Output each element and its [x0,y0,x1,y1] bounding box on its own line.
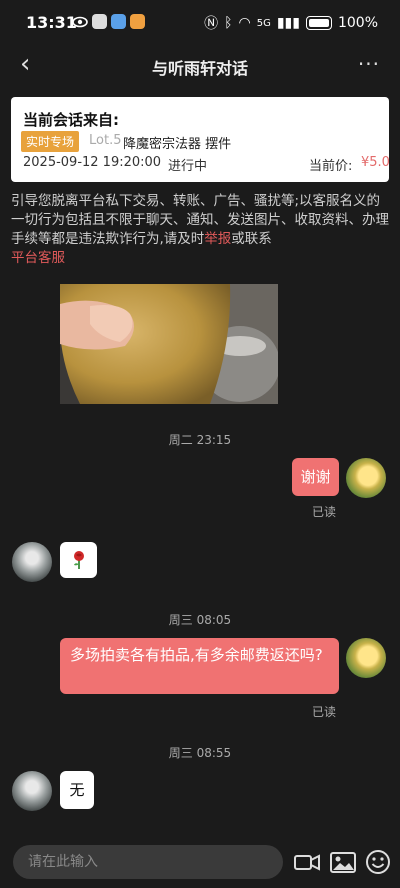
notice-or-contact: 或联系 [231,231,272,247]
current-price: ¥5.0 [361,155,390,170]
contact-avatar[interactable] [12,542,52,582]
wifi-icon: ◠ [238,15,251,31]
nfc-icon: Ⓝ [204,16,219,32]
report-link[interactable]: 举报 [204,231,231,247]
notice-text: 引导您脱离平台私下交易、转账、广告、骚扰等;以客服名义的一切行为包括且不限于聊天… [11,193,389,247]
fraud-warning-notice: 引导您脱离平台私下交易、转账、广告、骚扰等;以客服名义的一切行为包括且不限于聊天… [11,192,389,268]
auction-status: 进行中 [168,159,208,174]
rose-emoji-icon [73,551,84,569]
read-receipt: 已读 [312,505,337,519]
auction-datetime: 2025-09-12 19:20:00 [23,155,162,170]
timestamp: 周三 08:05 [168,613,232,627]
signal-icon: ▮▮▮ [276,15,300,31]
received-message-bubble[interactable] [60,542,97,578]
smiley-icon[interactable] [364,848,392,876]
page-title: 与听雨轩对话 [151,59,248,78]
sent-message-bubble[interactable]: 多场拍卖各有拍品,有多余邮费返还吗? [60,638,339,694]
battery-icon [305,16,332,30]
video-camera-icon[interactable] [293,848,321,876]
received-message-bubble[interactable]: 无 [60,771,94,809]
app-notify-icon-3 [130,14,145,29]
message-input[interactable]: 请在此输入 [13,845,283,879]
timestamp: 周三 08:55 [168,746,232,760]
photo-message[interactable] [60,284,278,404]
card-heading: 当前会话来自: [23,111,119,129]
nav-bar: ‹ 与听雨轩对话 ··· [0,46,400,86]
sent-message-bubble[interactable]: 谢谢 [292,458,339,496]
app-notify-icon-2 [111,14,126,29]
system-icons: Ⓝ ᛒ ◠ 5G ▮▮▮ 100% [204,13,378,33]
session-source-card[interactable]: 当前会话来自: 实时专场 Lot.5 降魔密宗法器 摆件 2025-09-12 … [11,97,390,182]
live-session-tag: 实时专场 [21,131,80,152]
status-bar: 13:31 Ⓝ ᛒ ◠ 5G ▮▮▮ 100% [0,0,400,46]
image-icon[interactable] [329,848,357,876]
battery-level: 100% [337,15,378,31]
notification-icons [72,14,145,30]
customer-service-link[interactable]: 平台客服 [11,250,65,266]
lot-number: Lot.5 [89,133,122,148]
clock: 13:31 [26,13,77,32]
bluetooth-icon: ᛒ [224,15,233,31]
read-receipt: 已读 [312,705,337,719]
contact-avatar[interactable] [12,771,52,811]
item-name: 降魔密宗法器 摆件 [123,137,232,152]
timestamp: 周二 23:15 [168,433,232,447]
my-avatar[interactable] [346,458,386,498]
app-notify-icon [92,14,107,29]
photo-image [60,284,278,404]
eye-icon [72,16,88,28]
network-label: 5G [256,17,271,29]
price-label: 当前价: [309,159,353,174]
more-options-button[interactable]: ··· [358,52,380,76]
my-avatar[interactable] [346,638,386,678]
